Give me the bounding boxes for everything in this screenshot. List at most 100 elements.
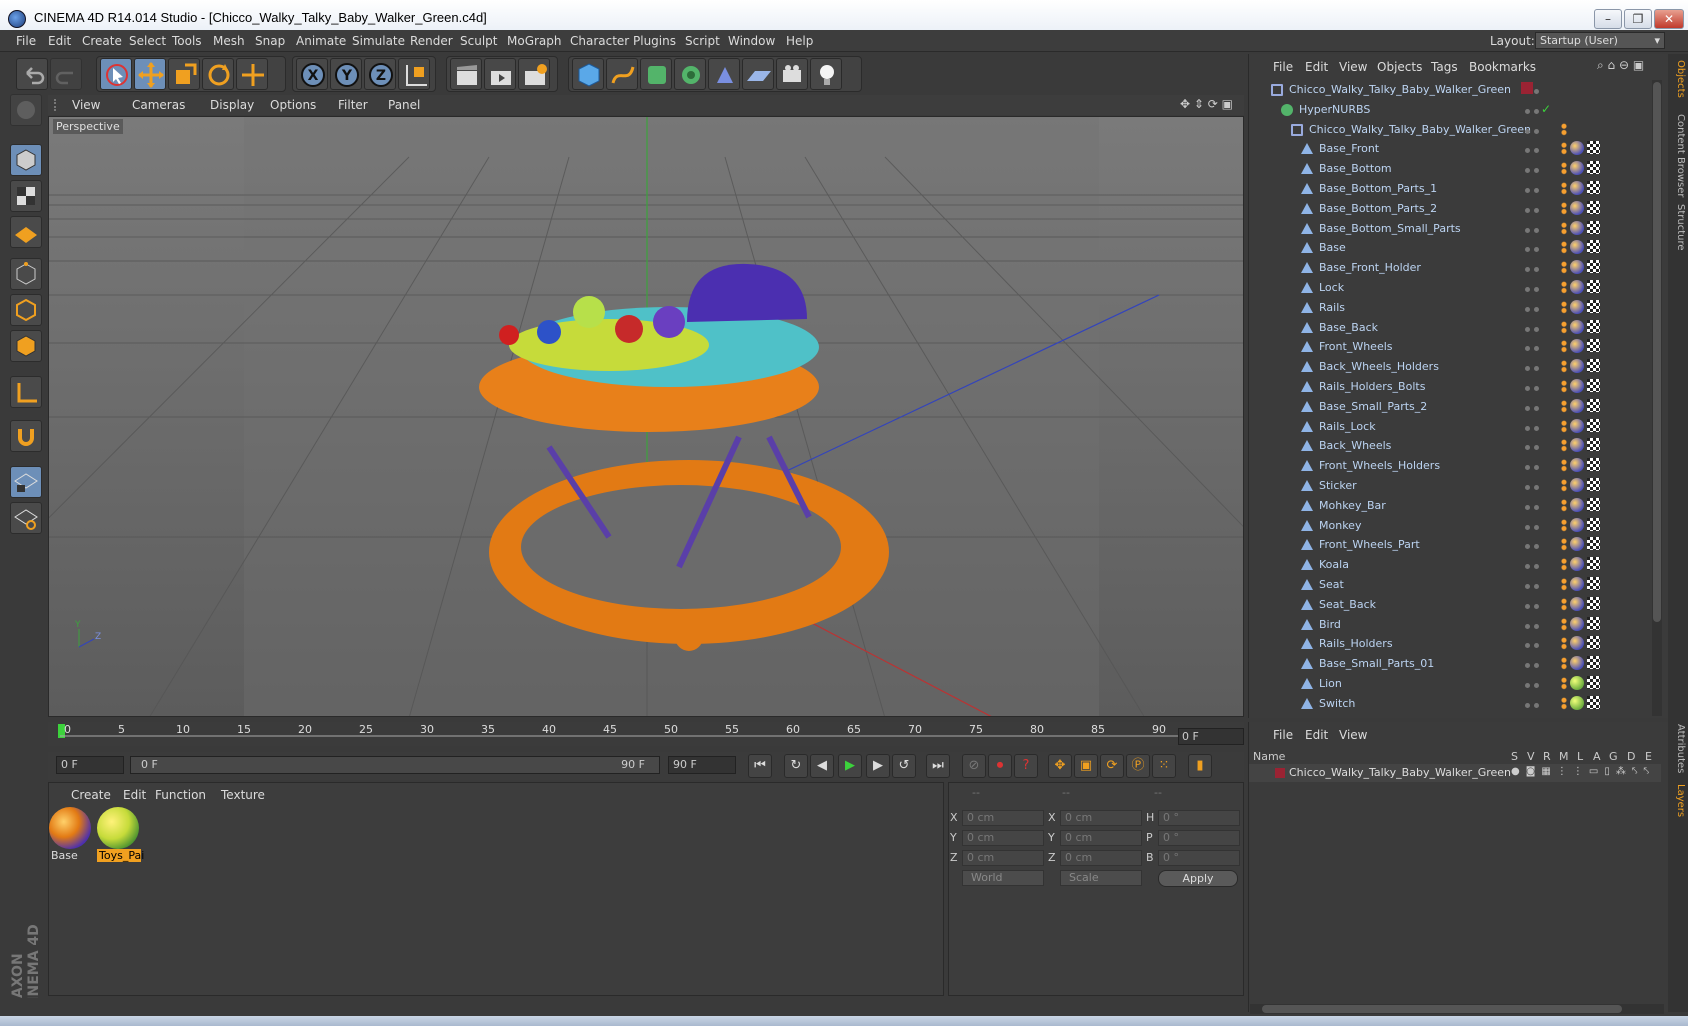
checkmark-icon[interactable]: ✓ <box>1541 102 1551 116</box>
size-x-field[interactable]: 0 cm <box>1060 810 1142 826</box>
object-tags[interactable] <box>1561 280 1600 296</box>
search-icon[interactable]: ⌕ ⌂ ⊖ ▣ <box>1597 58 1644 73</box>
material-tag-icon[interactable] <box>1570 319 1584 334</box>
uvw-tag-icon[interactable] <box>1587 438 1600 452</box>
object-name[interactable]: Chicco_Walky_Talky_Baby_Walker_Green <box>1309 123 1531 136</box>
material-tag-icon[interactable] <box>1570 220 1584 235</box>
uvw-tag-icon[interactable] <box>1587 517 1600 531</box>
object-row[interactable]: Rails_Holders_Bolts <box>1249 377 1659 397</box>
rotation-b-field[interactable]: 0 ° <box>1158 850 1240 866</box>
scrollbar-thumb[interactable] <box>1262 1005 1622 1013</box>
object-tags[interactable] <box>1561 181 1600 197</box>
object-menu-objects[interactable]: Objects <box>1377 60 1422 74</box>
object-tags[interactable] <box>1561 299 1600 316</box>
object-name[interactable]: Monkey <box>1319 519 1361 532</box>
object-row[interactable]: HyperNURBS ✓ <box>1249 100 1659 120</box>
next-key-button[interactable]: ↺ <box>892 754 916 778</box>
layer-menu-file[interactable]: File <box>1273 728 1293 742</box>
uvw-tag-icon[interactable] <box>1587 636 1600 650</box>
menu-character[interactable]: Character <box>570 34 629 48</box>
object-name[interactable]: Front_Wheels_Holders <box>1319 459 1440 472</box>
object-name[interactable]: Base_Bottom_Parts_2 <box>1319 202 1437 215</box>
object-name[interactable]: Base_Front <box>1319 142 1379 155</box>
object-name[interactable]: Switch <box>1319 697 1355 710</box>
object-row[interactable]: Front_Wheels_Holders <box>1249 456 1659 476</box>
visibility-dots[interactable] <box>1525 302 1543 314</box>
phong-tag-icon[interactable] <box>1561 379 1567 393</box>
go-to-start-button[interactable]: ⏮ <box>748 754 772 778</box>
object-row[interactable]: Back_Wheels_Holders <box>1249 357 1659 377</box>
redo-button[interactable] <box>50 58 82 90</box>
uvw-tag-icon[interactable] <box>1587 695 1600 709</box>
uvw-tag-icon[interactable] <box>1587 319 1600 333</box>
size-y-field[interactable]: 0 cm <box>1060 830 1142 846</box>
viewport-menu-view[interactable]: View <box>72 98 100 112</box>
play-button[interactable]: ▶ <box>838 754 862 778</box>
coordinate-system-button[interactable] <box>398 58 430 90</box>
uvw-tag-icon[interactable] <box>1587 161 1600 175</box>
uvw-tag-icon[interactable] <box>1587 676 1600 689</box>
object-tags[interactable] <box>1561 616 1600 633</box>
rotation-h-field[interactable]: 0 ° <box>1158 810 1240 826</box>
material-menu-function[interactable]: Function <box>155 788 206 802</box>
phong-tag-icon[interactable] <box>1561 200 1567 215</box>
object-name[interactable]: Bird <box>1319 618 1341 631</box>
material-tag-icon[interactable] <box>1570 299 1584 314</box>
size-z-field[interactable]: 0 cm <box>1060 850 1142 866</box>
uvw-tag-icon[interactable] <box>1587 220 1600 234</box>
object-tags[interactable] <box>1561 121 1570 138</box>
object-name[interactable]: Base_Front_Holder <box>1319 261 1421 274</box>
material-tag-icon[interactable] <box>1570 557 1584 572</box>
object-name[interactable]: Base_Bottom_Small_Parts <box>1319 222 1461 235</box>
environment-button[interactable] <box>742 58 774 90</box>
object-name[interactable]: Seat <box>1319 578 1344 591</box>
uvw-tag-icon[interactable] <box>1587 299 1600 313</box>
menu-help[interactable]: Help <box>786 34 813 48</box>
phong-tag-icon[interactable] <box>1561 280 1567 294</box>
object-tags[interactable] <box>1561 557 1600 573</box>
snap-button[interactable] <box>10 420 42 452</box>
uvw-tag-icon[interactable] <box>1587 557 1600 571</box>
object-tags[interactable] <box>1561 458 1600 474</box>
object-menu-bookmarks[interactable]: Bookmarks <box>1469 60 1536 74</box>
close-button[interactable]: ✕ <box>1654 9 1684 29</box>
material-tag-icon[interactable] <box>1570 359 1584 374</box>
minimize-button[interactable]: – <box>1594 9 1622 29</box>
object-tags[interactable] <box>1561 656 1600 672</box>
phong-tag-icon[interactable] <box>1561 438 1567 453</box>
phong-tag-icon[interactable] <box>1561 458 1567 473</box>
visibility-dots[interactable] <box>1525 322 1543 334</box>
key-rotation-button[interactable]: ⟳ <box>1100 754 1124 778</box>
phong-tag-icon[interactable] <box>1561 161 1567 176</box>
material-menu-edit[interactable]: Edit <box>123 788 146 802</box>
current-frame-field[interactable]: 0 F <box>1178 728 1244 745</box>
cube-object-button[interactable] <box>572 58 604 90</box>
object-row[interactable]: Base_Bottom_Parts_2 <box>1249 199 1659 219</box>
object-row[interactable]: Monkey <box>1249 516 1659 536</box>
menu-snap[interactable]: Snap <box>255 34 285 48</box>
menu-edit[interactable]: Edit <box>48 34 71 48</box>
phong-tag-icon[interactable] <box>1561 517 1567 532</box>
camera-button[interactable] <box>776 58 808 90</box>
coordinate-space-select[interactable]: World <box>962 870 1044 886</box>
uvw-tag-icon[interactable] <box>1587 418 1600 432</box>
layer-menu-view[interactable]: View <box>1339 728 1367 742</box>
object-name[interactable]: Lock <box>1319 281 1344 294</box>
visibility-dots[interactable] <box>1525 480 1543 492</box>
object-name[interactable]: Base_Small_Parts_2 <box>1319 400 1427 413</box>
menu-plugins[interactable]: Plugins <box>633 34 676 48</box>
position-z-field[interactable]: 0 cm <box>962 850 1044 866</box>
object-name[interactable]: Lion <box>1319 677 1342 690</box>
uvw-tag-icon[interactable] <box>1587 260 1600 274</box>
object-row[interactable]: Base_Bottom_Small_Parts <box>1249 219 1659 239</box>
tab-structure[interactable]: Structure <box>1670 204 1686 251</box>
viewport-menu-options[interactable]: Options <box>270 98 316 112</box>
phong-tag-icon[interactable] <box>1561 537 1567 552</box>
object-row[interactable]: Chicco_Walky_Talky_Baby_Walker_Green <box>1249 80 1659 100</box>
material-tag-icon[interactable] <box>1570 478 1584 492</box>
model-mode-button[interactable] <box>10 144 42 176</box>
material-tag-icon[interactable] <box>1570 200 1584 215</box>
phong-tag-icon[interactable] <box>1561 359 1567 374</box>
object-name[interactable]: Base <box>1319 241 1346 254</box>
move-tool-button[interactable] <box>134 58 166 90</box>
